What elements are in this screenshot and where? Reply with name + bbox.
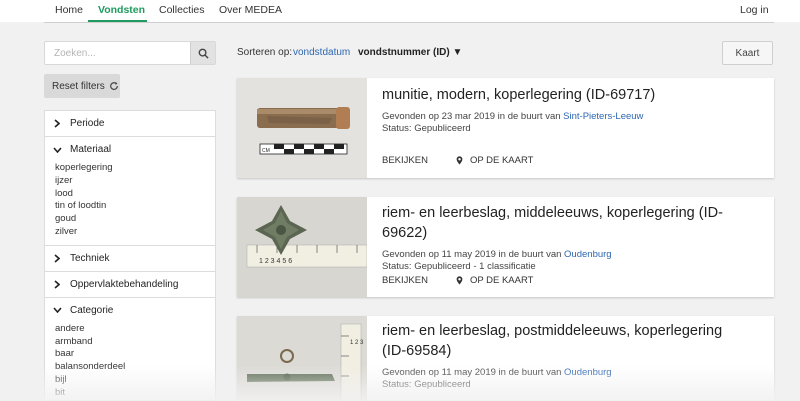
location-link[interactable]: Oudenburg xyxy=(564,367,612,378)
show-on-map-label: OP DE KAART xyxy=(469,275,534,286)
search-icon xyxy=(198,48,209,59)
location-link[interactable]: Sint-Pieters-Leeuw xyxy=(563,111,643,122)
filter-oppervlaktebehandeling: Oppervlaktebehandeling xyxy=(45,272,215,298)
chevron-down-icon xyxy=(52,307,62,314)
found-date-text: Gevonden op 11 may 2019 in de buurt van xyxy=(382,367,565,378)
search-input[interactable] xyxy=(45,42,191,64)
find-title[interactable]: munitie, modern, koperlegering (ID-69717… xyxy=(382,85,764,105)
filter-option[interactable]: balansonderdeel xyxy=(55,361,215,374)
filter-option[interactable]: lood xyxy=(55,188,215,201)
show-on-map-button[interactable]: OP DE KAART xyxy=(456,275,534,286)
show-on-map-label: OP DE KAART xyxy=(469,155,534,166)
filter-categorie-label: Categorie xyxy=(70,304,114,316)
nav-login[interactable]: Log in xyxy=(740,4,769,16)
find-meta: Gevonden op 11 may 2019 in de buurt van … xyxy=(382,367,764,379)
nav-over-medea[interactable]: Over MEDEA xyxy=(219,4,282,16)
ruler-numbers: 1 2 3 4 5 6 xyxy=(259,258,292,265)
filter-option[interactable]: bit xyxy=(55,387,215,400)
chevron-right-icon xyxy=(52,280,62,289)
find-photo[interactable]: 1 2 3 4 5 6 xyxy=(237,197,367,297)
filter-option[interactable]: armband xyxy=(55,336,215,349)
sort-label: Sorteren op: xyxy=(237,47,293,58)
card-actions: BEKIJKEN OP DE KAART xyxy=(382,155,533,166)
filter-option[interactable]: goud xyxy=(55,213,215,226)
card-body: riem- en leerbeslag, middeleeuws, koperl… xyxy=(382,197,764,273)
find-status: Status: Gepubliceerd xyxy=(382,123,471,134)
found-date-text: Gevonden op 11 may 2019 in de buurt van xyxy=(382,249,565,260)
materiaal-options: koperlegering ijzer lood tin of loodtin … xyxy=(45,162,215,245)
filter-oppervlakte-label: Oppervlaktebehandeling xyxy=(70,278,179,290)
sort-by-id[interactable]: vondstnummer (ID) ▼ xyxy=(358,47,462,58)
card-body: riem- en leerbeslag, postmiddeleeuws, ko… xyxy=(382,316,764,391)
filter-option[interactable]: bijl xyxy=(55,374,215,387)
filter-option[interactable]: baar xyxy=(55,348,215,361)
map-marker-icon xyxy=(456,276,463,285)
filter-materiaal-label: Materiaal xyxy=(70,144,112,155)
nav-vondsten[interactable]: Vondsten xyxy=(98,4,145,16)
find-card: 1 2 3 4 5 6 riem- en leerbeslag, middele… xyxy=(237,197,774,297)
location-link[interactable]: Oudenburg xyxy=(564,249,612,260)
reset-filters-button[interactable]: Reset filters xyxy=(44,74,120,98)
chevron-right-icon xyxy=(52,254,62,263)
search-box xyxy=(44,41,216,65)
categorie-options: andere armband baar balansonderdeel bijl… xyxy=(45,323,215,400)
filter-periode: Periode xyxy=(45,111,215,137)
sort-by-date[interactable]: vondstdatum xyxy=(293,47,350,58)
show-on-map-button[interactable]: OP DE KAART xyxy=(456,155,534,166)
top-navbar: Home Vondsten Collecties Over MEDEA Log … xyxy=(0,0,800,22)
find-title-line: (ID-69584) xyxy=(382,343,452,359)
filter-techniek: Techniek xyxy=(45,246,215,272)
find-title[interactable]: riem- en leerbeslag, middeleeuws, koperl… xyxy=(382,203,764,243)
filter-periode-header[interactable]: Periode xyxy=(45,111,215,136)
filter-option[interactable]: ijzer xyxy=(55,175,215,188)
nav-divider xyxy=(44,22,774,23)
search-button[interactable] xyxy=(190,42,215,64)
find-title[interactable]: riem- en leerbeslag, postmiddeleeuws, ko… xyxy=(382,321,764,361)
scale-label: CM xyxy=(262,148,270,154)
filter-techniek-label: Techniek xyxy=(70,252,110,264)
filter-materiaal: Materiaal koperlegering ijzer lood tin o… xyxy=(45,137,215,246)
find-title-line: riem- en leerbeslag, postmiddeleeuws, ko… xyxy=(382,323,723,339)
view-button[interactable]: BEKIJKEN xyxy=(382,275,428,286)
filter-categorie-header[interactable]: Categorie xyxy=(45,298,215,323)
filter-oppervlakte-header[interactable]: Oppervlaktebehandeling xyxy=(45,272,215,297)
find-meta: Gevonden op 23 mar 2019 in de buurt van … xyxy=(382,111,764,123)
find-card: CM munitie, modern, koperlegering (ID-69… xyxy=(237,78,774,178)
card-body: munitie, modern, koperlegering (ID-69717… xyxy=(382,78,764,135)
reset-filters-label: Reset filters xyxy=(52,80,105,92)
filter-option[interactable]: zilver xyxy=(55,226,215,239)
nav-home[interactable]: Home xyxy=(55,4,83,16)
find-photo[interactable]: CM xyxy=(237,78,367,178)
find-status: Status: Gepubliceerd xyxy=(382,379,471,390)
refresh-icon xyxy=(109,81,118,90)
filter-periode-label: Periode xyxy=(70,118,105,129)
find-meta: Gevonden op 11 may 2019 in de buurt van … xyxy=(382,249,764,261)
filter-option[interactable]: andere xyxy=(55,323,215,336)
find-photo[interactable]: 1 2 3 xyxy=(237,316,367,401)
nav-collecties[interactable]: Collecties xyxy=(159,4,205,16)
map-marker-icon xyxy=(456,156,463,165)
chevron-down-icon xyxy=(52,146,62,153)
ruler-numbers: 1 2 3 xyxy=(350,340,364,346)
filter-techniek-header[interactable]: Techniek xyxy=(45,246,215,271)
map-view-button[interactable]: Kaart xyxy=(722,41,773,65)
filter-categorie: Categorie andere armband baar balansonde… xyxy=(45,298,215,400)
filter-option[interactable]: koperlegering xyxy=(55,162,215,175)
find-status: Status: Gepubliceerd - 1 classificatie xyxy=(382,261,536,272)
filter-materiaal-header[interactable]: Materiaal xyxy=(45,137,215,162)
view-button[interactable]: BEKIJKEN xyxy=(382,155,428,166)
card-actions: BEKIJKEN OP DE KAART xyxy=(382,275,533,286)
found-date-text: Gevonden op 23 mar 2019 in de buurt van xyxy=(382,111,564,122)
chevron-right-icon xyxy=(52,119,62,128)
find-card: 1 2 3 riem- en leerbeslag, postmiddeleeu… xyxy=(237,316,774,401)
filter-option[interactable]: tin of loodtin xyxy=(55,200,215,213)
filter-panel: Periode Materiaal koperlegering ijzer lo… xyxy=(44,110,216,401)
